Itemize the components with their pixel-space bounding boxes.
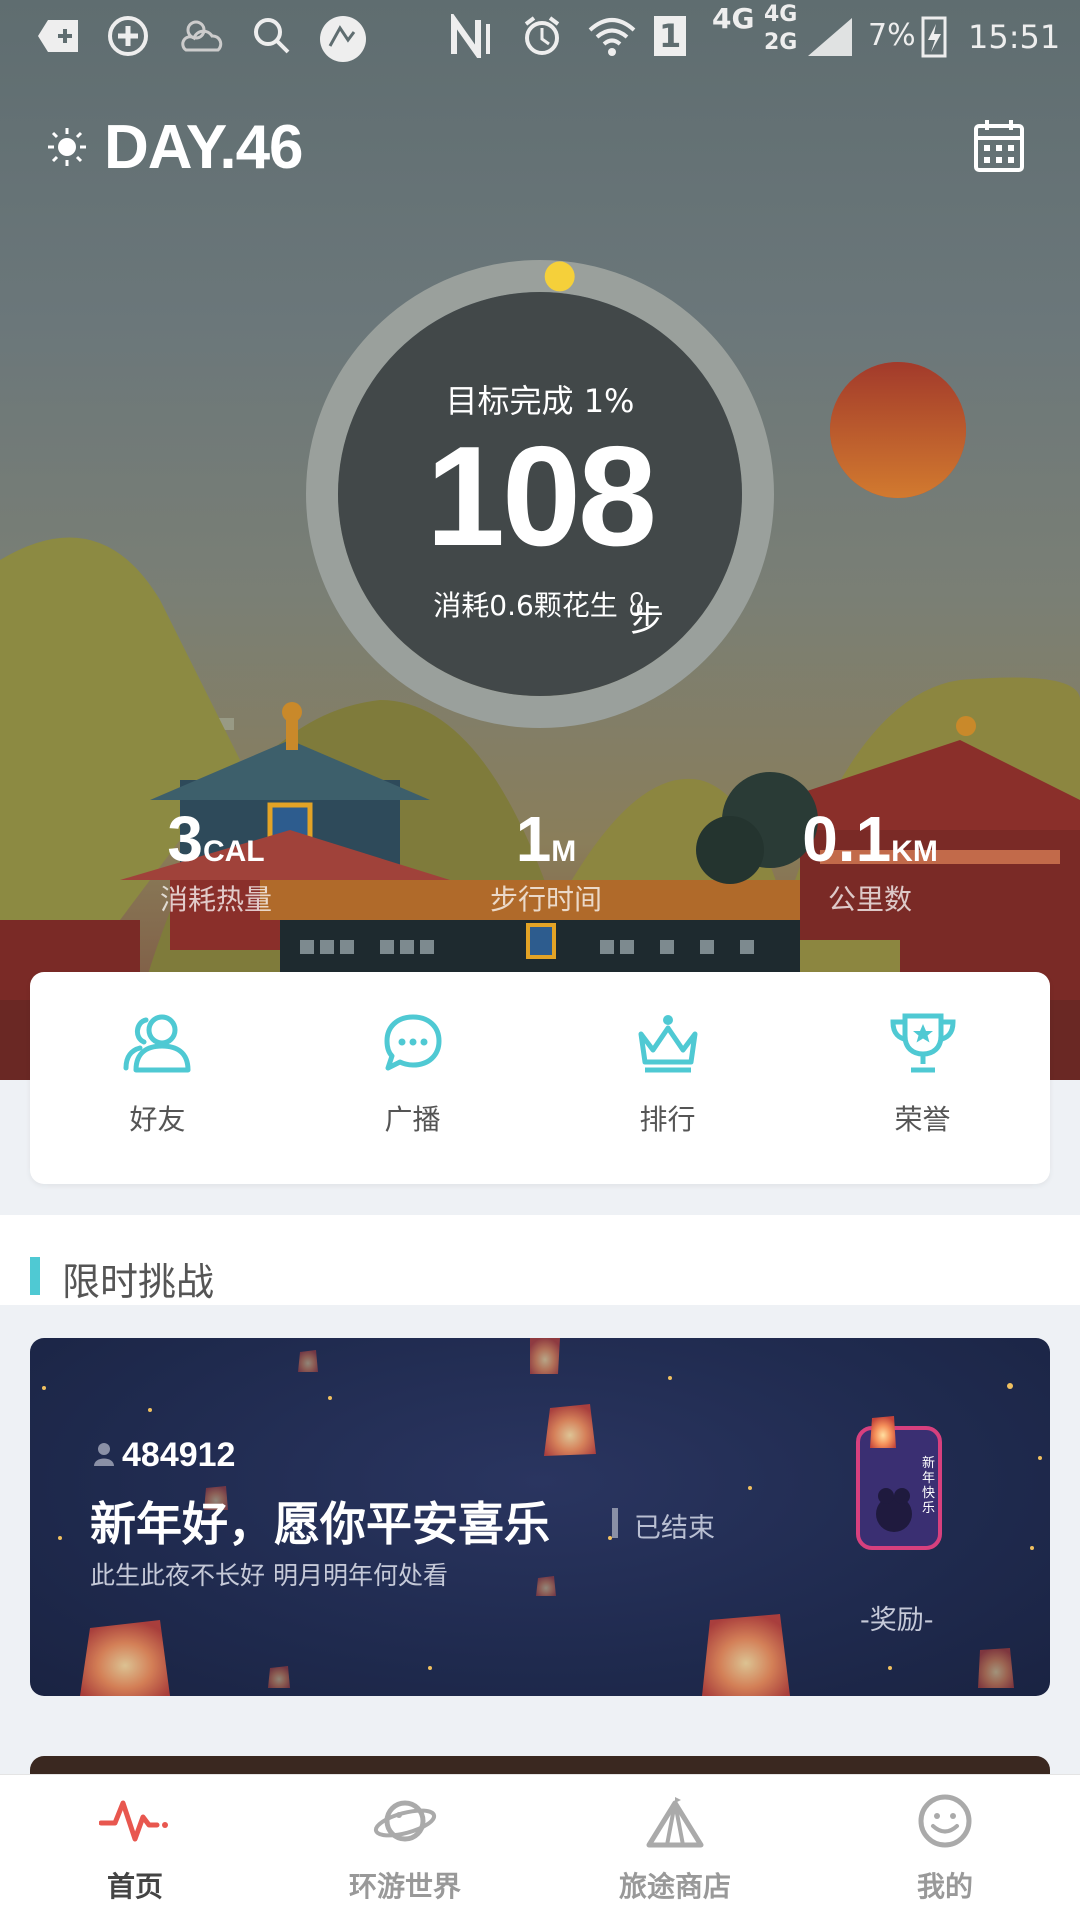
reward-badge-text: 新年快乐 — [922, 1456, 936, 1516]
quick-action-broadcast[interactable]: 广播 — [285, 972, 540, 1184]
app-notification-icon — [34, 14, 82, 58]
peanut-text: 消耗0.6颗花生 — [433, 589, 618, 622]
nav-travel-shop-label: 旅途商店 — [618, 1870, 731, 1903]
broadcast-icon — [382, 1012, 444, 1078]
reward-label[interactable]: -奖励- — [860, 1598, 934, 1637]
weather-icon — [174, 14, 230, 58]
ranking-label: 排行 — [639, 1103, 696, 1136]
challenge-title: 新年好，愿你平安喜乐 — [90, 1497, 550, 1551]
nfc-icon — [448, 10, 496, 64]
status-bar: 1 4G 4G 2G 7% 15:51 — [0, 0, 1080, 76]
stat-walk-time: 1M 步行时间 — [416, 804, 676, 918]
broadcast-label: 广播 — [384, 1103, 441, 1136]
sun-icon — [46, 126, 88, 172]
health-app-icon — [104, 14, 152, 58]
wifi-icon — [586, 14, 638, 58]
clock: 15:51 — [968, 18, 1061, 56]
goal-completion: 目标完成 1% — [445, 382, 635, 420]
network-type-1: 4G — [712, 2, 755, 35]
network-type-2: 4G — [764, 2, 798, 27]
quick-action-friends[interactable]: 好友 — [30, 972, 285, 1184]
signal-icon — [806, 14, 856, 58]
distance-value: 0.1 — [802, 803, 892, 875]
battery-charging-icon — [920, 14, 948, 58]
peanut-consumed: 消耗0.6颗花生 — [340, 584, 740, 624]
search-icon — [250, 14, 294, 58]
nav-home[interactable]: 首页 — [0, 1775, 270, 1921]
alarm-icon — [518, 14, 566, 58]
stat-distance: 0.1KM 公里数 — [740, 804, 1000, 918]
participant-count: 484912 — [122, 1436, 236, 1474]
walkup-app-icon — [318, 14, 368, 62]
progress-dot — [544, 261, 575, 292]
friends-label: 好友 — [129, 1103, 186, 1136]
section-title: 限时挑战 — [62, 1260, 215, 1304]
calories-label: 消耗热量 — [159, 883, 272, 916]
step-count: 108 — [426, 417, 657, 576]
network-type-3: 2G — [764, 30, 798, 55]
calendar-icon[interactable] — [972, 118, 1026, 178]
challenge-subtitle: 此生此夜不长好 明月明年何处看 — [90, 1561, 448, 1590]
pulse-icon — [98, 1793, 171, 1853]
battery-percent: 7% — [868, 18, 916, 53]
section-accent-bar — [30, 1257, 40, 1295]
calories-value: 3 — [167, 803, 203, 875]
distance-label: 公里数 — [827, 883, 912, 916]
distance-unit: KM — [891, 835, 938, 868]
calories-unit: CAL — [202, 835, 265, 868]
quick-action-honors[interactable]: 荣誉 — [795, 972, 1050, 1184]
day-counter: DAY.46 — [104, 113, 304, 182]
walk-time-value: 1 — [515, 803, 552, 875]
nav-travel-shop[interactable]: 旅途商店 — [540, 1775, 810, 1921]
smiley-icon — [915, 1793, 975, 1853]
steps-unit: 步 — [630, 600, 664, 640]
step-progress-ring[interactable]: 目标完成 1% 108 步 消耗0.6颗花生 — [340, 330, 740, 640]
tent-icon — [643, 1793, 707, 1853]
user-count-icon — [94, 1442, 114, 1470]
stat-calories: 3CAL 消耗热量 — [86, 804, 346, 918]
walk-time-label: 步行时间 — [489, 883, 602, 916]
trophy-icon — [887, 1012, 959, 1078]
limited-challenge-section: 限时挑战 — [0, 1215, 1080, 1305]
planet-icon — [373, 1793, 437, 1853]
challenge-status: 已结束 — [634, 1513, 715, 1544]
friends-icon — [122, 1012, 194, 1078]
status-divider — [612, 1508, 618, 1538]
nav-profile-label: 我的 — [916, 1870, 973, 1903]
honors-label: 荣誉 — [894, 1103, 951, 1136]
bottom-navigation: 首页 环游世界 旅途商店 我的 — [0, 1774, 1080, 1921]
challenge-card[interactable]: 484912 新年好，愿你平安喜乐 已结束 此生此夜不长好 明月明年何处看 新年… — [30, 1338, 1050, 1696]
nav-profile[interactable]: 我的 — [810, 1775, 1080, 1921]
nav-home-label: 首页 — [106, 1870, 163, 1903]
quick-actions-card: 好友 广播 排行 荣誉 — [30, 972, 1050, 1184]
crown-icon — [635, 1012, 701, 1078]
nav-world-tour-label: 环游世界 — [348, 1870, 461, 1903]
sim-slot-icon: 1 — [650, 14, 690, 58]
nav-world-tour[interactable]: 环游世界 — [270, 1775, 540, 1921]
sim-number: 1 — [659, 17, 682, 55]
walk-time-unit: M — [551, 835, 577, 868]
quick-action-ranking[interactable]: 排行 — [540, 972, 795, 1184]
